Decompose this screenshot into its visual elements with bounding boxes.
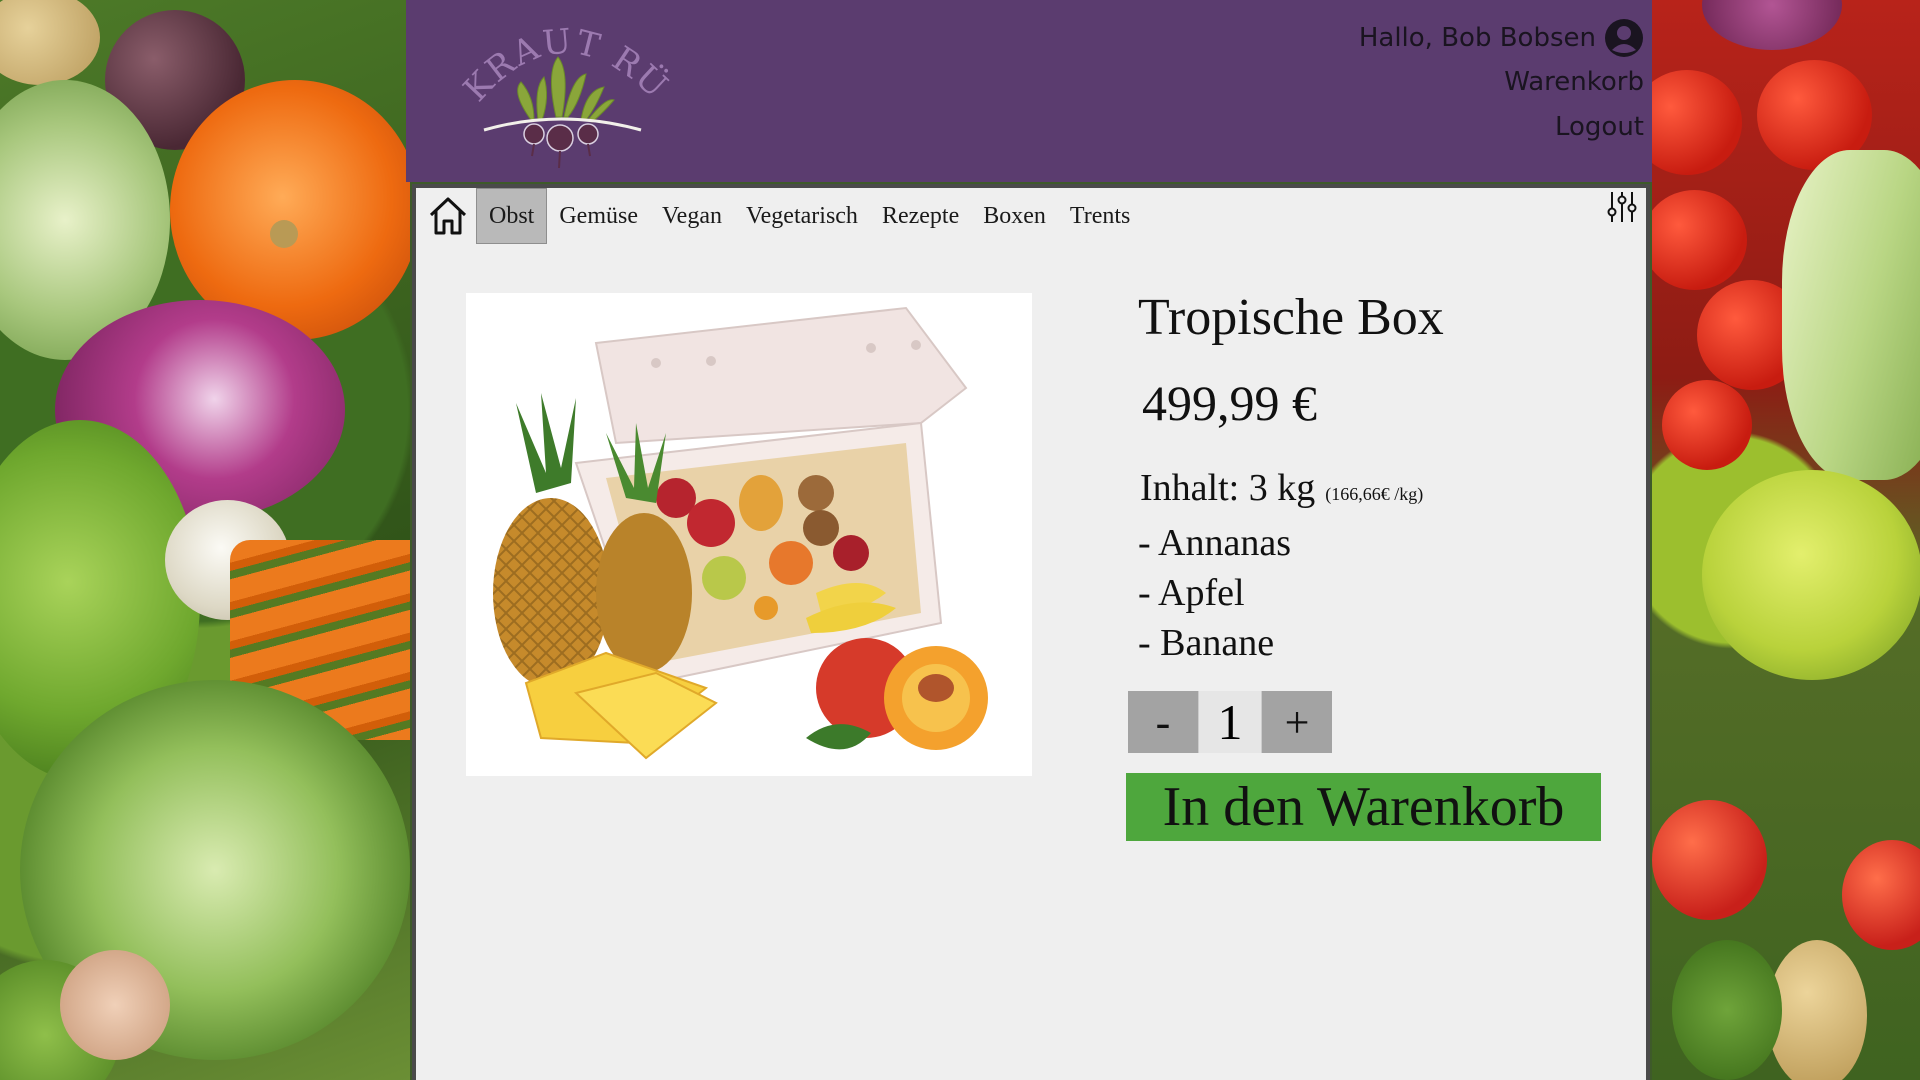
pumpkin-stem-image <box>270 220 298 248</box>
nav-item-vegan[interactable]: Vegan <box>650 188 734 244</box>
decrease-quantity-button[interactable]: - <box>1128 691 1198 753</box>
potato-image <box>0 0 100 85</box>
romanesco-image <box>1702 470 1920 680</box>
logo-graphic: KRAUT RÜBEN <box>430 0 675 169</box>
nav-item-boxen[interactable]: Boxen <box>971 188 1058 244</box>
content-weight: Inhalt: 3 kg <box>1140 467 1316 509</box>
apple-image <box>1652 800 1767 920</box>
product-price: 499,99 € <box>1142 375 1317 431</box>
fennel-image <box>1782 150 1920 480</box>
apple-image <box>1842 840 1920 950</box>
background-vegetables-right <box>1652 0 1920 1080</box>
product-content: Inhalt: 3 kg (166,66€ /kg) <box>1140 466 1423 510</box>
category-nav: Obst Gemüse Vegan Vegetarisch Rezepte Bo… <box>424 188 1142 248</box>
site-header: KRAUT RÜBEN <box>406 0 1652 182</box>
tomato-image <box>1662 380 1752 470</box>
leaf-image <box>1672 940 1782 1080</box>
price-per-kg: (166,66€ /kg) <box>1325 484 1424 504</box>
onion-image <box>60 950 170 1060</box>
user-menu: Hallo, Bob Bobsen Warenkorb Logout <box>1359 16 1644 150</box>
increase-quantity-button[interactable]: + <box>1262 691 1332 753</box>
nav-item-obst[interactable]: Obst <box>476 188 548 244</box>
home-button[interactable] <box>424 188 472 244</box>
tomato-image <box>1652 190 1747 290</box>
fruit-box-illustration <box>493 306 988 760</box>
potato-image <box>1767 940 1867 1080</box>
nav-item-trents[interactable]: Trents <box>1058 188 1142 244</box>
nav-item-rezepte[interactable]: Rezepte <box>870 188 971 244</box>
background-vegetables-left <box>0 0 410 1080</box>
logout-link[interactable]: Logout <box>1359 105 1644 150</box>
product-items-list: - Annanas - Apfel - Banane <box>1138 518 1291 668</box>
nav-item-vegetarisch[interactable]: Vegetarisch <box>734 188 870 244</box>
add-to-cart-button[interactable]: In den Warenkorb <box>1126 773 1601 841</box>
list-item: - Apfel <box>1138 572 1245 614</box>
main-panel: Obst Gemüse Vegan Vegetarisch Rezepte Bo… <box>412 184 1650 1080</box>
red-cabbage-image <box>1702 0 1842 50</box>
quantity-value[interactable]: 1 <box>1198 691 1262 753</box>
cart-link[interactable]: Warenkorb <box>1359 60 1644 105</box>
tomato-image <box>1652 70 1742 175</box>
nav-item-gemuese[interactable]: Gemüse <box>547 188 650 244</box>
list-item: - Annanas <box>1138 522 1292 564</box>
filter-settings-icon[interactable] <box>1606 190 1638 224</box>
user-account-icon[interactable] <box>1604 18 1644 58</box>
site-logo[interactable]: KRAUT RÜBEN <box>430 0 676 172</box>
product-title: Tropische Box <box>1138 289 1444 346</box>
home-icon <box>429 197 467 235</box>
quantity-stepper: - 1 + <box>1128 691 1332 753</box>
list-item: - Banane <box>1138 622 1275 664</box>
product-image <box>466 293 1032 776</box>
greeting-row: Hallo, Bob Bobsen <box>1359 16 1644 60</box>
greeting-text: Hallo, Bob Bobsen <box>1358 23 1596 53</box>
